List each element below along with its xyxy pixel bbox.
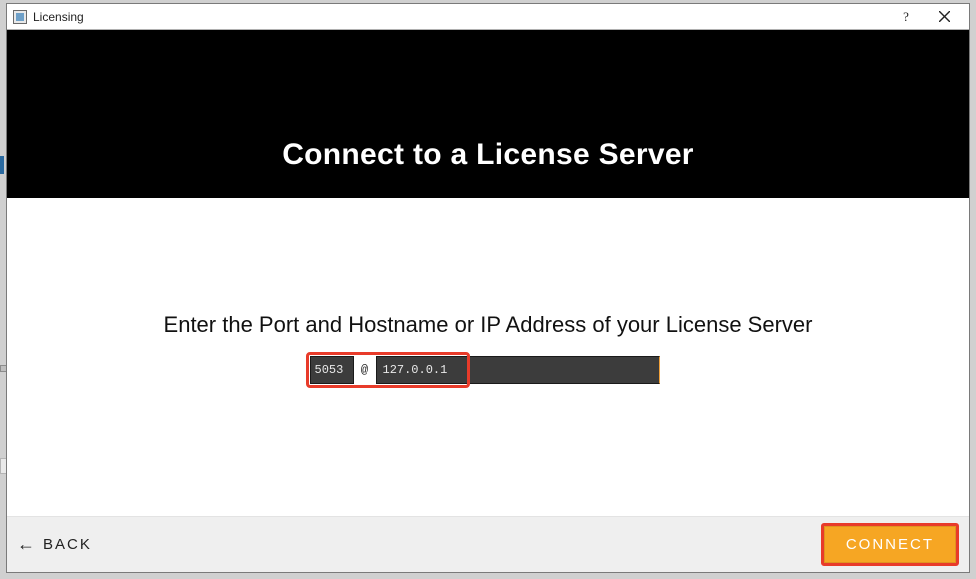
window-title: Licensing: [33, 10, 84, 24]
port-input[interactable]: [310, 356, 354, 384]
app-icon: [13, 10, 27, 24]
titlebar-controls: ?: [889, 5, 965, 29]
header-banner: Connect to a License Server: [7, 30, 969, 198]
footer-bar: ← BACK CONNECT: [7, 516, 969, 572]
at-separator: @: [354, 356, 376, 384]
host-input[interactable]: [376, 356, 660, 384]
page-title: Connect to a License Server: [282, 138, 694, 172]
content-area: Enter the Port and Hostname or IP Addres…: [7, 198, 969, 516]
back-label: BACK: [43, 536, 92, 553]
titlebar-left: Licensing: [13, 10, 84, 24]
help-button[interactable]: ?: [889, 5, 923, 29]
highlight-annotation: CONNECT: [821, 523, 959, 566]
server-input-row: @: [310, 356, 667, 384]
close-icon: [939, 11, 950, 22]
arrow-left-icon: ←: [17, 534, 37, 555]
back-button[interactable]: ← BACK: [17, 534, 92, 555]
connect-button[interactable]: CONNECT: [824, 526, 956, 563]
licensing-dialog: Licensing ? Connect to a License Server …: [6, 3, 970, 573]
instruction-text: Enter the Port and Hostname or IP Addres…: [164, 312, 813, 338]
titlebar: Licensing ?: [7, 4, 969, 30]
background-fragment: [0, 156, 4, 174]
close-button[interactable]: [923, 5, 965, 29]
